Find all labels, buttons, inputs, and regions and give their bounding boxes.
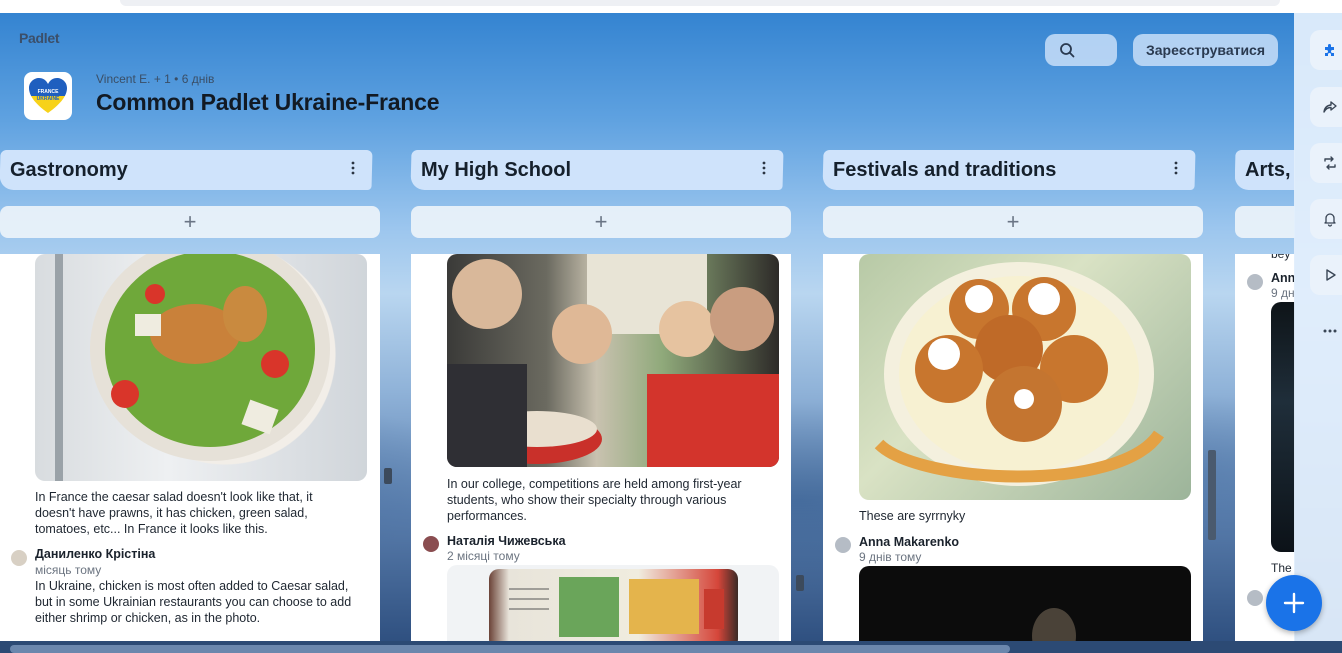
column-title: My High School — [421, 159, 571, 181]
post-author: Ann — [1271, 271, 1295, 285]
post-photo-syrnyky[interactable] — [859, 254, 1191, 500]
rail-button-remix[interactable] — [1310, 143, 1342, 183]
post-caption: In our college, competitions are held am… — [447, 477, 742, 523]
post-caption: These are syrrnyky — [859, 509, 966, 523]
rail-button-share[interactable] — [1310, 87, 1342, 127]
right-toolbar — [1294, 13, 1342, 641]
post-author: Anna Makarenko — [859, 535, 960, 549]
remix-icon — [1324, 156, 1336, 170]
heart-top-text: FRANCE — [38, 89, 59, 95]
post-time: місяць тому — [35, 563, 102, 577]
bell-icon — [1324, 213, 1336, 227]
post-photo-partial[interactable] — [1271, 302, 1295, 552]
share-icon — [1323, 101, 1337, 113]
column-scrollbar[interactable] — [1208, 450, 1216, 540]
avatar — [1247, 274, 1263, 290]
search-icon — [1060, 43, 1075, 58]
search-button[interactable] — [1045, 34, 1117, 66]
more-icon[interactable] — [1173, 160, 1179, 176]
post-caption: bey — [1271, 254, 1291, 261]
post-author: Даниленко Крістіна — [35, 547, 156, 561]
avatar — [1247, 590, 1263, 606]
rail-button-notifications[interactable] — [1310, 199, 1342, 239]
puzzle-icon — [1325, 44, 1334, 56]
post-caption: The — [1271, 561, 1292, 575]
post-photo-dark[interactable] — [859, 566, 1191, 641]
avatar — [835, 537, 851, 553]
column-posts: These are syrrnyky Anna Makarenko 9 днів… — [823, 254, 1203, 641]
board-title: Common Padlet Ukraine-France — [96, 89, 440, 115]
post-photo-salad[interactable] — [35, 254, 367, 481]
column-arts: Arts, bey Ann 9 дн The — [1235, 150, 1295, 641]
play-icon — [1326, 269, 1336, 281]
rail-button-extensions[interactable] — [1310, 30, 1342, 70]
column-title: Gastronomy — [10, 159, 128, 181]
browser-strip — [0, 0, 1342, 13]
add-post-button[interactable]: + — [0, 206, 380, 238]
add-post-button[interactable]: + — [411, 206, 791, 238]
post-photo-students[interactable] — [447, 254, 779, 467]
heart-bottom-text: UKRAINE — [37, 96, 60, 102]
add-post-button[interactable]: + — [823, 206, 1203, 238]
more-icon[interactable] — [761, 160, 767, 176]
post-time: 9 днів тому — [859, 550, 922, 564]
post-card[interactable] — [447, 565, 779, 641]
more-icon — [1323, 329, 1337, 333]
column-title: Festivals and traditions — [833, 159, 1057, 181]
post-time: 2 місяці тому — [447, 549, 520, 563]
column-posts: In our college, competitions are held am… — [411, 254, 791, 641]
add-post-button[interactable] — [1235, 206, 1295, 238]
avatar — [11, 550, 27, 566]
rail-button-more[interactable] — [1310, 311, 1342, 351]
post-photo-poster[interactable] — [489, 569, 738, 641]
column-scrollbar[interactable] — [384, 468, 392, 484]
padlet-logo[interactable]: Padlet — [19, 30, 60, 46]
plus-icon — [1283, 592, 1305, 614]
column-title: Arts, — [1245, 159, 1291, 181]
post-time: 9 дн — [1271, 286, 1295, 300]
register-button[interactable]: Зареєструватися — [1133, 34, 1278, 66]
column-posts: In France the caesar salad doesn't look … — [0, 254, 380, 641]
more-icon[interactable] — [350, 160, 356, 176]
post-author: Наталія Чижевська — [447, 534, 566, 548]
add-post-fab[interactable] — [1266, 575, 1322, 631]
board-icon: FRANCE UKRAINE — [24, 72, 72, 120]
avatar — [423, 536, 439, 552]
rail-button-slideshow[interactable] — [1310, 255, 1342, 295]
board-meta[interactable]: Vincent E. + 1 • 6 днів — [96, 72, 214, 86]
column-scrollbar[interactable] — [796, 575, 804, 591]
post-caption: In France the caesar salad doesn't look … — [35, 490, 313, 536]
post-comment: In Ukraine, chicken is most often added … — [35, 579, 352, 625]
bottom-scrollbar[interactable] — [0, 641, 1342, 653]
